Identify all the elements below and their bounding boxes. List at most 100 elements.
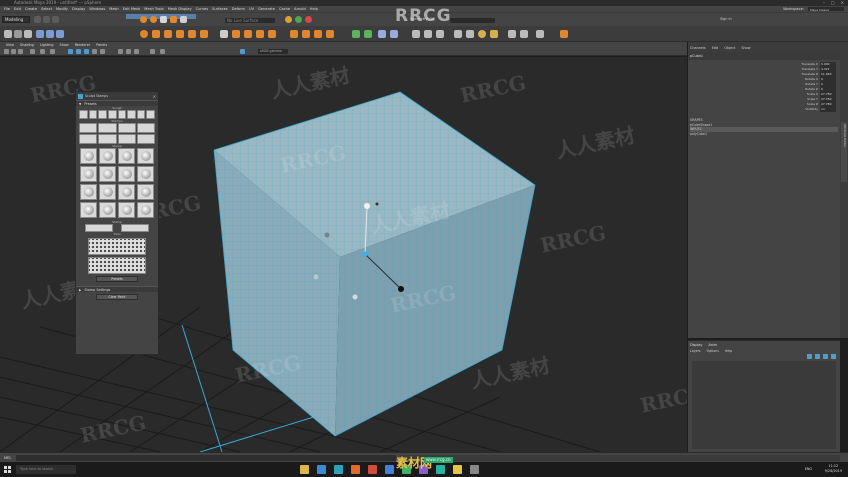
cube-icon[interactable] — [152, 30, 160, 38]
mash-icon[interactable] — [536, 30, 544, 38]
mode-dropdown[interactable]: Modeling — [2, 16, 30, 23]
bevel-icon[interactable] — [314, 30, 322, 38]
stamp-pill[interactable] — [85, 224, 113, 232]
perforated-stamp[interactable] — [88, 238, 146, 255]
stamp-strip[interactable] — [79, 134, 98, 144]
separate-icon[interactable] — [232, 30, 240, 38]
stamp-strip[interactable] — [136, 123, 155, 133]
workspace-dropdown[interactable]: Maya Classic — [808, 7, 844, 12]
snap-curve-icon[interactable] — [150, 16, 157, 23]
bridge-icon[interactable] — [302, 30, 310, 38]
node-item[interactable]: polyCube1 — [690, 132, 838, 137]
tab-channels[interactable]: Channels — [690, 44, 706, 52]
stamp-tile[interactable] — [118, 202, 135, 218]
isolate-select-icon[interactable] — [150, 49, 155, 54]
brush-preset[interactable] — [136, 110, 146, 119]
tab-object[interactable]: Object — [724, 44, 735, 52]
move-layer-down-icon[interactable] — [815, 354, 820, 359]
object-name[interactable]: pCube1 — [688, 52, 840, 60]
snap-view-icon[interactable] — [170, 16, 177, 23]
outliner-icon[interactable] — [466, 30, 474, 38]
ambient-occlusion-icon[interactable] — [126, 49, 131, 54]
attribute-editor-tab[interactable]: Attribute Editor — [841, 122, 847, 182]
light-icon[interactable] — [478, 30, 486, 38]
sphere-icon[interactable] — [140, 30, 148, 38]
stamp-tile[interactable] — [80, 166, 97, 182]
snap-surface-icon[interactable] — [180, 16, 187, 23]
stamp-pill[interactable] — [121, 224, 149, 232]
stamp-tile[interactable] — [137, 148, 154, 164]
tab-anim[interactable]: Anim — [709, 343, 718, 347]
file-explorer-taskbar-icon[interactable] — [300, 465, 309, 474]
multi-cut-icon[interactable] — [352, 30, 360, 38]
stamp-tile[interactable] — [118, 166, 135, 182]
render-settings-icon[interactable] — [305, 16, 312, 23]
attribute-row[interactable]: Visibility on — [788, 107, 838, 112]
paint-tool-icon[interactable] — [24, 30, 32, 38]
layer-list[interactable] — [692, 361, 836, 449]
lights-icon[interactable] — [100, 49, 105, 54]
stamp-tile[interactable] — [99, 202, 116, 218]
stamp-tile[interactable] — [99, 166, 116, 182]
layer-menu-layers[interactable]: Layers — [690, 349, 701, 353]
stamp-strip[interactable] — [136, 134, 155, 144]
stamp-strip[interactable] — [79, 123, 98, 133]
film-gate-icon[interactable] — [50, 49, 55, 54]
layer-menu-help[interactable]: Help — [725, 349, 732, 353]
grab-tool-icon[interactable] — [520, 30, 528, 38]
layer-menu-options[interactable]: Options — [707, 349, 719, 353]
brush-preset[interactable] — [98, 110, 107, 119]
stamp-tile[interactable] — [137, 184, 154, 200]
language-indicator[interactable]: ENG — [805, 466, 812, 473]
stamp-tile[interactable] — [137, 202, 154, 218]
uv-editor-icon[interactable] — [390, 30, 398, 38]
snap-point-icon[interactable] — [160, 16, 167, 23]
mel-label[interactable]: MEL — [4, 455, 11, 461]
extract-icon[interactable] — [244, 30, 252, 38]
save-scene-icon[interactable] — [52, 16, 59, 23]
brush-preset[interactable] — [146, 110, 155, 119]
select-tool-icon[interactable] — [4, 30, 12, 38]
tab-show[interactable]: Show — [741, 44, 750, 52]
stamp-tile[interactable] — [118, 184, 135, 200]
snap-grid-icon[interactable] — [140, 16, 147, 23]
image-plane-icon[interactable] — [30, 49, 35, 54]
stamp-strip[interactable] — [98, 134, 117, 144]
sign-in-link[interactable]: Sign In — [720, 17, 732, 22]
stamp-tile[interactable] — [99, 184, 116, 200]
color-management-icon[interactable] — [240, 49, 245, 54]
app-gray-taskbar-icon[interactable] — [470, 465, 479, 474]
textured-icon[interactable] — [92, 49, 97, 54]
live-surface-field[interactable]: No Live Surface — [225, 18, 275, 23]
stamp-strip[interactable] — [117, 123, 136, 133]
command-input[interactable] — [16, 455, 396, 461]
xray-icon[interactable] — [160, 49, 165, 54]
close-icon[interactable]: ✕ — [153, 94, 156, 99]
perforated-stamp[interactable] — [88, 257, 146, 274]
torus-icon[interactable] — [200, 30, 208, 38]
wireframe-icon[interactable] — [68, 49, 73, 54]
freeze-transform-icon[interactable] — [412, 30, 420, 38]
brush-preset[interactable] — [88, 110, 98, 119]
render-icon[interactable] — [285, 16, 292, 23]
hypershade-icon[interactable] — [454, 30, 462, 38]
stamp-tile[interactable] — [80, 184, 97, 200]
symmetry-field[interactable] — [450, 18, 495, 23]
brush-preset[interactable] — [117, 110, 127, 119]
quad-draw-icon[interactable] — [378, 30, 386, 38]
sculpt-tool-icon[interactable] — [508, 30, 516, 38]
arnold-render-icon[interactable] — [560, 30, 568, 38]
brush-preset[interactable] — [107, 110, 117, 119]
tab-edit[interactable]: Edit — [712, 44, 719, 52]
anti-aliasing-icon[interactable] — [134, 49, 139, 54]
new-scene-icon[interactable] — [34, 16, 41, 23]
taskbar-search[interactable]: Type here to search — [16, 465, 76, 474]
combine-icon[interactable] — [220, 30, 228, 38]
cone-icon[interactable] — [176, 30, 184, 38]
open-scene-icon[interactable] — [43, 16, 50, 23]
fill-hole-icon[interactable] — [326, 30, 334, 38]
camera-icon[interactable] — [490, 30, 498, 38]
extrude-icon[interactable] — [290, 30, 298, 38]
bookmark-icon[interactable] — [18, 49, 23, 54]
ipr-render-icon[interactable] — [295, 16, 302, 23]
